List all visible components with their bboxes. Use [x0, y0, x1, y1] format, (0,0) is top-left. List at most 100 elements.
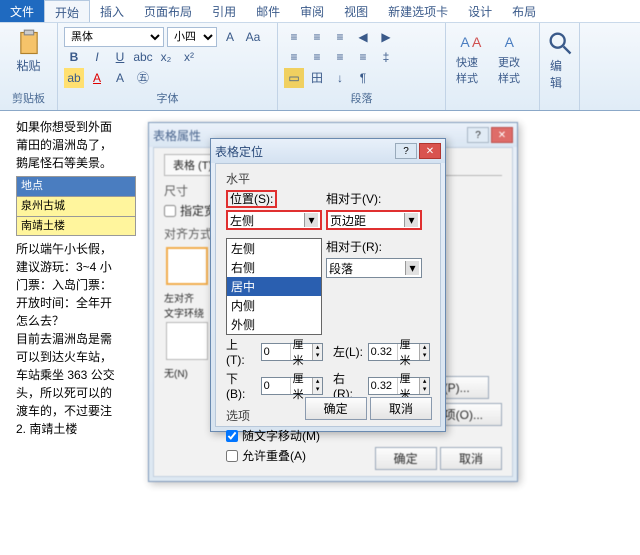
move-with-text-check[interactable] [226, 430, 238, 442]
doc-line: 渡车的，不过要注 [16, 402, 156, 420]
edit-label: 编辑 [550, 57, 569, 91]
position-combo[interactable]: 左侧▾ [226, 210, 322, 230]
dlg1-help-button[interactable]: ? [467, 127, 489, 143]
tab-insert[interactable]: 插入 [90, 0, 134, 22]
tab-new[interactable]: 新建选项卡 [378, 0, 458, 22]
sort-button[interactable]: ↓ [330, 68, 350, 88]
indent-inc-button[interactable]: ▶ [376, 27, 396, 47]
table-cell[interactable]: 地点 [17, 177, 136, 197]
allow-overlap-check[interactable] [226, 450, 238, 462]
sub-button[interactable]: x₂ [156, 47, 176, 67]
paste-label: 粘贴 [16, 57, 40, 74]
grow-font-button[interactable]: A [220, 27, 240, 47]
top-spinner[interactable]: 厘米▴▾ [261, 343, 323, 361]
font-name-select[interactable]: 黑体 [64, 27, 164, 47]
clear-format-button[interactable]: Aa [243, 27, 263, 47]
edit-button[interactable]: 编辑 [546, 27, 573, 93]
wrap-none-option[interactable] [166, 322, 208, 360]
shading-button[interactable]: ▭ [284, 68, 304, 88]
dlg2-close-button[interactable]: ✕ [419, 143, 441, 159]
dropdown-item[interactable]: 右侧 [227, 258, 321, 277]
find-icon [546, 29, 574, 57]
doc-line: 如果你想受到外面 [16, 118, 156, 136]
quick-styles-button[interactable]: AA 快速样式 [452, 24, 491, 88]
tab-home[interactable]: 开始 [44, 0, 90, 22]
unit: 厘米 [290, 378, 313, 394]
multilevel-button[interactable]: ≡ [330, 27, 350, 47]
align-left-option[interactable] [166, 247, 208, 285]
italic-button[interactable]: I [87, 47, 107, 67]
borders-button[interactable]: 田 [307, 68, 327, 88]
bold-button[interactable]: B [64, 47, 84, 67]
indent-dec-button[interactable]: ◀ [353, 27, 373, 47]
right-input[interactable] [369, 378, 397, 394]
numbering-button[interactable]: ≡ [307, 27, 327, 47]
sup-button[interactable]: x² [179, 47, 199, 67]
dlg2-title: 表格定位 [215, 143, 263, 160]
bottom-input[interactable] [262, 378, 290, 394]
align-justify-button[interactable]: ≡ [353, 47, 373, 67]
doc-line: 建议游玩：3~4 小 [16, 258, 156, 276]
change-styles-button[interactable]: A 更改样式 [494, 24, 533, 88]
right-spinner[interactable]: 厘米▴▾ [368, 377, 430, 395]
char-shading-button[interactable]: A [110, 68, 130, 88]
group-styles: AA 快速样式 A 更改样式 [446, 23, 540, 110]
tab-references[interactable]: 引用 [202, 0, 246, 22]
paste-button[interactable]: 粘贴 [6, 27, 51, 76]
dlg1-cancel-button[interactable]: 取消 [440, 447, 502, 470]
dlg2-help-button[interactable]: ? [395, 143, 417, 159]
unit: 厘米 [397, 378, 420, 394]
dlg1-close-button[interactable]: ✕ [491, 127, 513, 143]
dropdown-item-selected[interactable]: 居中 [227, 277, 321, 296]
tab-view[interactable]: 视图 [334, 0, 378, 22]
group-label-paragraph: 段落 [284, 90, 439, 106]
spec-width-check[interactable] [164, 205, 176, 217]
bottom-spinner[interactable]: 厘米▴▾ [261, 377, 323, 395]
dropdown-item[interactable]: 内侧 [227, 296, 321, 315]
tab-design[interactable]: 设计 [458, 0, 502, 22]
table-cell[interactable]: 南靖土楼 [17, 216, 136, 236]
bullets-button[interactable]: ≡ [284, 27, 304, 47]
doc-line: 2. 南靖土楼 [16, 420, 156, 438]
underline-button[interactable]: U [110, 47, 130, 67]
align-right-button[interactable]: ≡ [330, 47, 350, 67]
dlg1-title: 表格属性 [153, 127, 201, 144]
tab-review[interactable]: 审阅 [290, 0, 334, 22]
dlg2-cancel-button[interactable]: 取消 [370, 397, 432, 420]
doc-table[interactable]: 地点 泉州古城 南靖土楼 [16, 176, 136, 236]
group-label-clipboard: 剪贴板 [6, 90, 51, 106]
relative-r-combo[interactable]: 段落 ▾ [326, 258, 422, 278]
highlight-button[interactable]: ab [64, 68, 84, 88]
document-text: 如果你想受到外面 莆田的湄洲岛了， 鹅尾怪石等美景。 地点 泉州古城 南靖土楼 … [0, 112, 160, 555]
dlg2-titlebar[interactable]: 表格定位 ? ✕ [211, 139, 445, 163]
show-marks-button[interactable]: ¶ [353, 68, 373, 88]
chevron-down-icon: ▾ [405, 261, 419, 275]
font-size-select[interactable]: 小四 [167, 27, 217, 47]
enclosed-button[interactable]: ㊄ [133, 68, 153, 88]
align-center-button[interactable]: ≡ [307, 47, 327, 67]
font-color-button[interactable]: A [87, 68, 107, 88]
tab-page-layout[interactable]: 页面布局 [134, 0, 202, 22]
strike-button[interactable]: abc [133, 47, 153, 67]
left-input[interactable] [369, 344, 397, 360]
left-spinner[interactable]: 厘米▴▾ [368, 343, 430, 361]
tab-file[interactable]: 文件 [0, 0, 44, 22]
relative-r-value: 段落 [329, 260, 353, 277]
group-paragraph: ≡ ≡ ≡ ◀ ▶ ≡ ≡ ≡ ≡ ‡ ▭ 田 ↓ ¶ 段落 [278, 23, 446, 110]
tab-mail[interactable]: 邮件 [246, 0, 290, 22]
dlg2-ok-button[interactable]: 确定 [305, 397, 367, 420]
allow-overlap-label: 允许重叠(A) [242, 447, 306, 464]
dlg2-body: 水平 位置(S): 相对于(V): 左侧▾ 页边距▾ 左侧 右侧 居中 内侧 外… [215, 163, 441, 427]
doc-line: 门票：入岛门票： [16, 276, 156, 294]
group-edit: 编辑 [540, 23, 580, 110]
dropdown-item[interactable]: 左侧 [227, 239, 321, 258]
table-cell[interactable]: 泉州古城 [17, 197, 136, 217]
align-left-button[interactable]: ≡ [284, 47, 304, 67]
top-input[interactable] [262, 344, 290, 360]
line-spacing-button[interactable]: ‡ [376, 47, 396, 67]
tab-layout[interactable]: 布局 [502, 0, 546, 22]
relative-combo[interactable]: 页边距▾ [326, 210, 422, 230]
top-label: 上(T): [226, 336, 257, 367]
position-dropdown: 左侧 右侧 居中 内侧 外侧 [226, 238, 322, 335]
dropdown-item[interactable]: 外侧 [227, 315, 321, 334]
